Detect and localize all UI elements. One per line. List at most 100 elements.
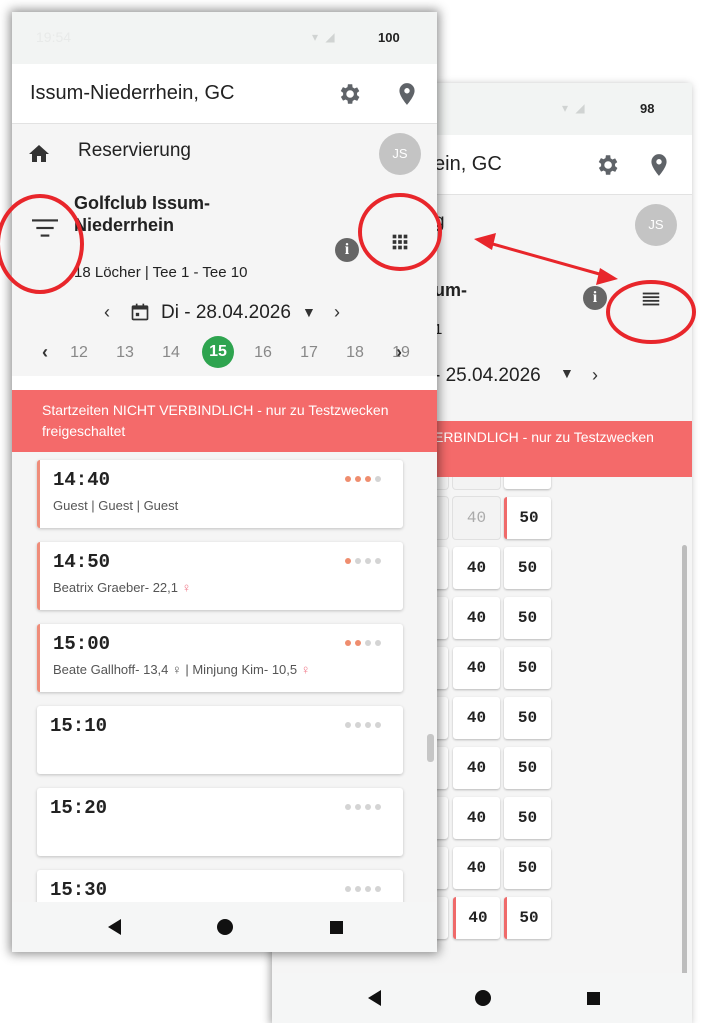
- female-icon: ♀: [300, 662, 311, 677]
- gear-icon[interactable]: [594, 152, 620, 178]
- occupancy-dots: [341, 469, 381, 487]
- day-14[interactable]: 14: [156, 344, 186, 362]
- day-19[interactable]: 19: [386, 344, 416, 362]
- recents-button[interactable]: [587, 992, 600, 1005]
- player-list: Beatrix Graeber- 22,1 ♀: [53, 580, 192, 595]
- calendar-icon[interactable]: [130, 302, 150, 322]
- tee-time-cell[interactable]: 40: [453, 897, 500, 939]
- location-pin-icon[interactable]: [646, 152, 672, 178]
- app-title: ein, GC: [434, 153, 502, 175]
- list-view-icon[interactable]: [640, 288, 662, 310]
- tee-time: 15:10: [50, 715, 108, 737]
- status-time: 19:54: [36, 29, 72, 45]
- signal-icon: ▾ ◢: [562, 101, 587, 115]
- tee-time-cell[interactable]: 50: [504, 547, 551, 589]
- tee-time-cell[interactable]: 50: [504, 477, 551, 489]
- app-title: Issum-Niederrhein, GC: [30, 82, 235, 104]
- tee-time-cell[interactable]: 40: [453, 547, 500, 589]
- tee-time-cell[interactable]: 50: [504, 697, 551, 739]
- info-icon[interactable]: i: [335, 238, 359, 262]
- home-button[interactable]: [475, 990, 491, 1006]
- player-list: Beate Gallhoff- 13,4 ♀ | Minjung Kim- 10…: [53, 662, 311, 677]
- gear-icon[interactable]: [336, 81, 362, 107]
- next-date-icon[interactable]: ›: [334, 302, 340, 323]
- tee-time-cell[interactable]: 40: [453, 847, 500, 889]
- grid-view-icon[interactable]: [389, 231, 411, 253]
- date-row: ‹ Di - 28.04.2026 ▼ ›: [12, 292, 437, 332]
- back-button[interactable]: [108, 919, 121, 935]
- android-nav-bar: [272, 973, 692, 1023]
- day-12[interactable]: 12: [64, 344, 94, 362]
- occupancy-dots: [341, 879, 381, 897]
- tee-time-card[interactable]: 15:00 Beate Gallhoff- 13,4 ♀ | Minjung Ki…: [37, 624, 403, 692]
- prev-days-icon[interactable]: ‹: [42, 342, 48, 363]
- android-nav-bar: [12, 902, 437, 952]
- tee-time-card[interactable]: 14:40 Guest | Guest | Guest: [37, 460, 403, 528]
- filter-icon[interactable]: [32, 218, 58, 238]
- app-bar: Issum-Niederrhein, GC: [12, 64, 437, 124]
- tee-time-cell[interactable]: 40: [453, 797, 500, 839]
- info-icon[interactable]: i: [583, 286, 607, 310]
- tee-time-card[interactable]: 15:30: [37, 870, 403, 902]
- warning-banner: Startzeiten NICHT VERBINDLICH - nur zu T…: [12, 390, 437, 452]
- club-subtitle: 18 Löcher | Tee 1 - Tee 10: [74, 264, 248, 281]
- battery-level: 98: [640, 101, 655, 116]
- female-icon: ♀: [181, 580, 192, 595]
- occupancy-dots: [341, 797, 381, 815]
- back-button[interactable]: [368, 990, 381, 1006]
- tee-time-cell[interactable]: 40: [453, 497, 500, 539]
- day-18[interactable]: 18: [340, 344, 370, 362]
- tee-time-card[interactable]: 14:50 Beatrix Graeber- 22,1 ♀: [37, 542, 403, 610]
- date-dropdown-icon[interactable]: ▼: [302, 304, 316, 320]
- tee-time-card[interactable]: 15:20: [37, 788, 403, 856]
- tee-time: 14:50: [53, 551, 111, 573]
- tee-time-cell[interactable]: 50: [504, 497, 551, 539]
- club-name: Golfclub Issum-Niederrhein: [74, 193, 211, 235]
- tee-time-cell[interactable]: 50: [504, 797, 551, 839]
- occupancy-dots: [341, 715, 381, 733]
- occupancy-dots: [341, 551, 381, 569]
- tee-time: 15:20: [50, 797, 108, 819]
- tee-time-cell[interactable]: 50: [504, 747, 551, 789]
- next-date-icon[interactable]: ›: [592, 365, 598, 386]
- phone-screen-list-view: 19:54 ▾ ◢ 100 Issum-Niederrhein, GC Rese…: [12, 12, 437, 952]
- tee-time-cell[interactable]: 40: [453, 647, 500, 689]
- tee-time-cell[interactable]: 50: [504, 847, 551, 889]
- signal-icon: ▾ ◢: [312, 30, 337, 44]
- tee-time-cell[interactable]: 50: [504, 897, 551, 939]
- prev-date-icon[interactable]: ‹: [104, 302, 110, 323]
- day-16[interactable]: 16: [248, 344, 278, 362]
- occupancy-dots: [341, 633, 381, 651]
- player-list: Guest | Guest | Guest: [53, 498, 179, 513]
- nav-title: Reservierung: [78, 140, 191, 161]
- tee-time-cell[interactable]: 50: [504, 647, 551, 689]
- tee-time-card[interactable]: 15:10: [37, 706, 403, 774]
- home-icon[interactable]: [26, 142, 52, 166]
- day-13[interactable]: 13: [110, 344, 140, 362]
- location-pin-icon[interactable]: [394, 81, 420, 107]
- avatar[interactable]: JS: [635, 204, 677, 246]
- day-17[interactable]: 17: [294, 344, 324, 362]
- home-button[interactable]: [217, 919, 233, 935]
- nav-row: Reservierung JS: [12, 124, 437, 184]
- date-dropdown-icon[interactable]: ▼: [560, 365, 574, 381]
- tee-time: 15:00: [53, 633, 111, 655]
- recents-button[interactable]: [330, 921, 343, 934]
- date-selector[interactable]: Di - 28.04.2026: [161, 302, 291, 324]
- tee-time-cell[interactable]: 40: [453, 747, 500, 789]
- tee-time-cell[interactable]: 40: [453, 477, 500, 489]
- tee-time-cell[interactable]: 40: [453, 597, 500, 639]
- avatar[interactable]: JS: [379, 133, 421, 175]
- status-bar: 19:54 ▾ ◢ 100: [12, 12, 437, 64]
- scrollbar[interactable]: [682, 545, 687, 973]
- day-15[interactable]: 15: [202, 336, 234, 368]
- scrollbar[interactable]: [427, 734, 434, 762]
- date-selector[interactable]: - 25.04.2026: [434, 365, 541, 387]
- tee-time: 14:40: [53, 469, 111, 491]
- tee-time: 15:30: [50, 879, 108, 901]
- day-strip: ‹ › 12 13 14 15 16 17 18 19: [12, 332, 437, 376]
- tee-time-cell[interactable]: 50: [504, 597, 551, 639]
- tee-time-cell[interactable]: 40: [453, 697, 500, 739]
- battery-level: 100: [378, 30, 400, 45]
- club-header: Golfclub Issum-Niederrhein 18 Löcher | T…: [12, 184, 437, 292]
